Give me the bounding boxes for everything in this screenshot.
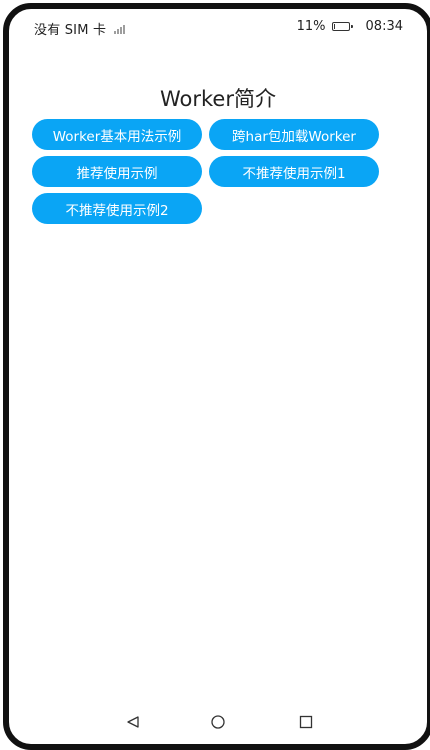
battery-icon bbox=[331, 22, 353, 31]
status-right: 11% 08:34 bbox=[297, 19, 403, 34]
worker-basic-usage-button[interactable]: Worker基本用法示例 bbox=[32, 119, 202, 150]
page-title: Worker简介 bbox=[160, 87, 276, 111]
back-button[interactable] bbox=[121, 710, 145, 734]
recents-square-icon bbox=[299, 715, 313, 729]
battery-level-fill bbox=[333, 24, 335, 29]
phone-frame: 没有 SIM 卡 11% 08:34 Worker简介 Worker基本用法示例… bbox=[3, 3, 430, 750]
not-recommended-example-1-button[interactable]: 不推荐使用示例1 bbox=[209, 156, 379, 187]
status-left: 没有 SIM 卡 bbox=[34, 19, 126, 38]
back-triangle-icon bbox=[127, 716, 139, 728]
battery-percent: 11% bbox=[296, 19, 326, 34]
signal-icon bbox=[114, 23, 126, 34]
home-button[interactable] bbox=[206, 710, 230, 734]
button-grid: Worker基本用法示例 跨har包加载Worker 推荐使用示例 不推荐使用示… bbox=[32, 119, 382, 224]
carrier-text: 没有 SIM 卡 bbox=[34, 23, 107, 38]
recommended-usage-button[interactable]: 推荐使用示例 bbox=[32, 156, 202, 187]
recents-button[interactable] bbox=[294, 710, 318, 734]
home-circle-icon bbox=[211, 715, 225, 729]
clock-time: 08:34 bbox=[365, 19, 403, 34]
not-recommended-example-2-button[interactable]: 不推荐使用示例2 bbox=[32, 193, 202, 224]
system-nav-bar bbox=[9, 710, 427, 734]
cross-har-load-worker-button[interactable]: 跨har包加载Worker bbox=[209, 119, 379, 150]
status-bar: 没有 SIM 卡 11% 08:34 bbox=[9, 19, 427, 41]
